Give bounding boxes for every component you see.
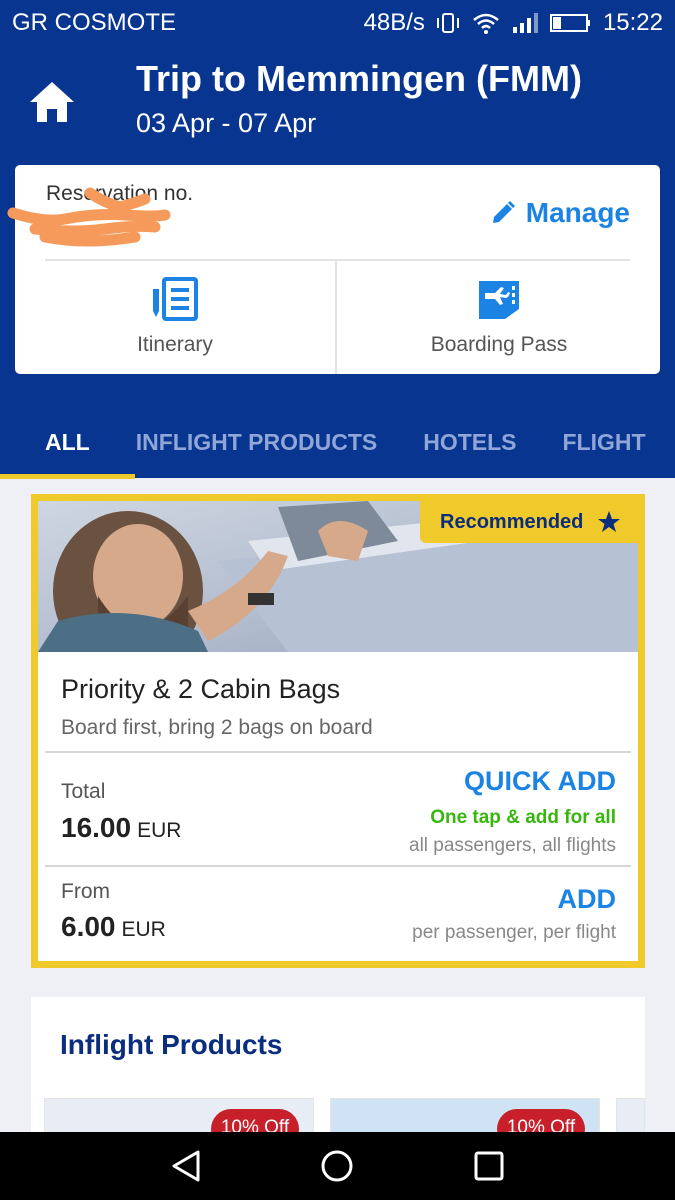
recommended-product-card: Recommended Priority & 2 Cabin Bags Boar… xyxy=(31,494,645,968)
product-image: Recommended xyxy=(38,501,638,652)
wifi-icon xyxy=(471,11,501,35)
divider xyxy=(45,865,631,867)
recents-square-icon xyxy=(474,1151,504,1181)
inflight-products-section: Inflight Products 10% Off 10% Off xyxy=(31,997,645,1138)
section-title: Inflight Products xyxy=(60,1029,283,1060)
itinerary-label: Itinerary xyxy=(137,333,213,356)
status-bar: GR COSMOTE 48B/s 15:22 xyxy=(0,0,675,46)
home-nav-button[interactable] xyxy=(312,1141,362,1191)
tab-hotels[interactable]: HOTELS xyxy=(423,406,516,478)
network-speed: 48B/s xyxy=(363,9,425,36)
boarding-pass-icon xyxy=(479,281,519,319)
total-amount: 16.00 xyxy=(61,812,132,843)
boarding-pass-button[interactable]: Boarding Pass xyxy=(338,261,660,374)
itinerary-button[interactable]: Itinerary xyxy=(15,261,337,374)
clock: 15:22 xyxy=(602,9,663,36)
manage-button[interactable]: Manage xyxy=(490,197,630,229)
back-triangle-icon xyxy=(172,1150,200,1182)
product-title: Priority & 2 Cabin Bags xyxy=(61,674,341,704)
recommended-label: Recommended xyxy=(440,510,584,533)
signal-icon xyxy=(511,11,539,35)
tab-flight[interactable]: FLIGHT xyxy=(563,406,646,478)
carrier-name: GR COSMOTE xyxy=(12,9,177,36)
manage-label: Manage xyxy=(525,197,630,228)
itinerary-icon xyxy=(153,277,198,321)
from-currency: EUR xyxy=(121,918,166,941)
home-button[interactable] xyxy=(26,78,78,126)
recents-button[interactable] xyxy=(464,1141,514,1191)
trip-header: Trip to Memmingen (FMM) 03 Apr - 07 Apr … xyxy=(0,46,675,479)
redaction-scribble xyxy=(7,187,171,247)
add-button[interactable]: ADD xyxy=(558,884,617,915)
total-price: 16.00 EUR xyxy=(61,812,181,844)
quick-add-button[interactable]: QUICK ADD xyxy=(464,766,616,797)
active-tab-indicator xyxy=(0,474,135,479)
category-tabs: ALL INFLIGHT PRODUCTS HOTELS FLIGHT xyxy=(0,406,675,478)
boarding-pass-label: Boarding Pass xyxy=(430,333,568,356)
total-currency: EUR xyxy=(137,819,182,842)
home-icon xyxy=(30,82,74,122)
pencil-icon xyxy=(492,201,515,223)
total-label: Total xyxy=(61,780,106,803)
battery-icon xyxy=(549,11,593,35)
tab-inflight-products[interactable]: INFLIGHT PRODUCTS xyxy=(136,406,378,478)
trip-dates: 03 Apr - 07 Apr xyxy=(136,108,317,138)
recommended-badge: Recommended xyxy=(420,501,638,543)
from-amount: 6.00 xyxy=(61,911,116,942)
add-subnote: per passenger, per flight xyxy=(412,922,616,943)
product-subtitle: Board first, bring 2 bags on board xyxy=(61,716,373,739)
quick-add-note: One tap & add for all xyxy=(430,807,616,828)
back-button[interactable] xyxy=(161,1141,211,1191)
vibrate-icon xyxy=(435,11,461,35)
reservation-card: Reservation no. L Manage Itinerary Board… xyxy=(7,165,660,374)
from-label: From xyxy=(61,880,110,903)
home-circle-icon xyxy=(321,1150,353,1182)
trip-title: Trip to Memmingen (FMM) xyxy=(136,58,582,99)
star-icon xyxy=(598,511,621,532)
quick-add-subnote: all passengers, all flights xyxy=(409,835,616,856)
system-nav-bar xyxy=(0,1132,675,1200)
tab-all[interactable]: ALL xyxy=(45,406,90,478)
from-price: 6.00 EUR xyxy=(61,911,166,943)
status-icons: 48B/s 15:22 xyxy=(364,9,663,37)
divider xyxy=(45,751,631,753)
